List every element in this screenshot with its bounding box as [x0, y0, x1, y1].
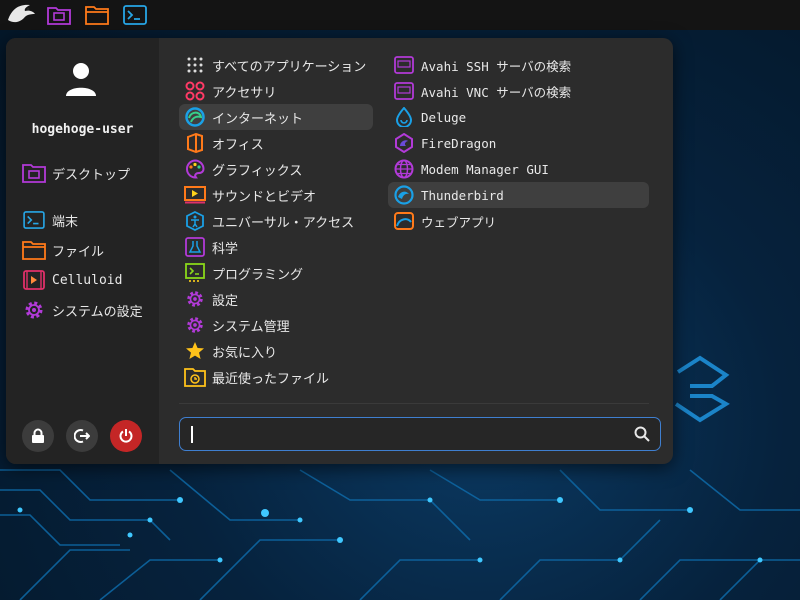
category-label: アクセサリ [212, 85, 277, 101]
accessibility-icon [184, 210, 206, 232]
modem-manager-icon [393, 158, 415, 180]
category-settings[interactable]: 設定 [179, 286, 373, 312]
settings-icon [184, 288, 206, 310]
app-label: Avahi VNC [421, 84, 497, 100]
category-label: すべてのアプリケーション [212, 59, 367, 75]
app-label: Modem Manager GUI [421, 161, 549, 177]
app-avahi-ssh[interactable]: Avahi SSH サーバの検索 [388, 52, 649, 78]
category-list: すべてのアプリケーション アクセサリ インターネット オフィス グラフィックス … [179, 52, 373, 390]
power-icon [119, 429, 133, 443]
app-avahi-vnc[interactable]: Avahi VNC サーバの検索 [388, 78, 649, 104]
search-icon[interactable] [634, 426, 650, 442]
user-avatar-icon [66, 63, 96, 96]
category-label: お気に入り [212, 345, 278, 361]
folder-icon[interactable] [82, 1, 112, 29]
terminal-icon[interactable] [120, 1, 150, 29]
category-label: グラフィックス [212, 163, 303, 179]
category-all-applications[interactable]: すべてのアプリケーション [179, 52, 373, 78]
system-icon [184, 314, 206, 336]
app-label: FireDragon [421, 135, 497, 151]
menu-divider [179, 403, 649, 404]
eagle-logo-icon[interactable] [6, 1, 36, 29]
category-label: 最近使ったファイル [212, 371, 330, 387]
side-item-label: システムの設定 [52, 304, 143, 320]
category-office[interactable]: オフィス [179, 130, 373, 156]
category-favorites[interactable]: お気に入り [179, 338, 373, 364]
category-label: 設定 [212, 293, 239, 309]
logout-icon [74, 429, 90, 443]
grid-icon [184, 54, 206, 76]
thunderbird-icon [393, 184, 415, 206]
app-deluge[interactable]: Deluge [388, 104, 649, 130]
category-label: プログラミング [212, 267, 304, 283]
app-label-jp: サーバの検索 [496, 84, 572, 100]
app-label: Avahi SSH [421, 58, 497, 74]
side-item-label: Celluloid [52, 272, 123, 288]
app-webapp[interactable]: ウェブアプリ [388, 208, 649, 234]
side-item-desktop[interactable]: デスクトップ [22, 160, 130, 186]
app-label-jp: ウェブアプリ [421, 214, 497, 230]
recent-icon [184, 366, 206, 388]
app-firedragon[interactable]: FireDragon [388, 130, 649, 156]
category-accessories[interactable]: アクセサリ [179, 78, 373, 104]
power-button[interactable] [110, 420, 142, 452]
gear-icon [22, 298, 46, 322]
application-menu: hogehoge-user デスクトップ 端末 ファイル Celluloid シ… [6, 38, 673, 464]
category-sound-video[interactable]: サウンドとビデオ [179, 182, 373, 208]
desktop-folder-icon [22, 161, 46, 185]
side-item-system-settings[interactable]: システムの設定 [22, 297, 143, 323]
lock-button[interactable] [22, 420, 54, 452]
category-label: 科学 [212, 241, 239, 257]
category-internet[interactable]: インターネット [179, 104, 373, 130]
folder-monitor-icon[interactable] [44, 1, 74, 29]
terminal-icon [22, 208, 46, 232]
side-item-celluloid[interactable]: Celluloid [22, 267, 122, 293]
category-universal-access[interactable]: ユニバーサル・アクセス [179, 208, 373, 234]
category-label: オフィス [212, 137, 264, 153]
multimedia-icon [184, 184, 206, 206]
webapp-icon [393, 210, 415, 232]
app-label-jp: サーバの検索 [496, 58, 572, 74]
folder-icon [22, 238, 46, 262]
deluge-icon [393, 106, 415, 128]
side-item-label: ファイル [52, 244, 105, 260]
side-item-files[interactable]: ファイル [22, 237, 104, 263]
category-label: サウンドとビデオ [212, 189, 317, 205]
star-icon [184, 340, 206, 362]
lock-icon [32, 428, 44, 443]
category-recent-files[interactable]: 最近使ったファイル [179, 364, 373, 390]
username-label: hogehoge-user [31, 122, 134, 137]
video-icon [22, 268, 46, 292]
category-graphics[interactable]: グラフィックス [179, 156, 373, 182]
app-thunderbird[interactable]: Thunderbird [388, 182, 649, 208]
category-label: インターネット [212, 111, 304, 127]
application-list: Avahi SSH サーバの検索 Avahi VNC サーバの検索 Deluge [388, 52, 649, 234]
category-system-admin[interactable]: システム管理 [179, 312, 373, 338]
side-item-terminal[interactable]: 端末 [22, 207, 78, 233]
top-panel [0, 0, 800, 30]
menu-sidebar: hogehoge-user デスクトップ 端末 ファイル Celluloid シ… [6, 38, 159, 464]
programming-icon [184, 262, 206, 284]
search-input[interactable] [188, 423, 622, 447]
category-label: システム管理 [212, 319, 290, 335]
app-label: Deluge [421, 109, 467, 125]
category-science[interactable]: 科学 [179, 234, 373, 260]
avahi-ssh-icon [393, 54, 415, 76]
app-label: Thunderbird [421, 187, 504, 203]
search-box[interactable] [179, 417, 661, 451]
internet-icon [184, 106, 206, 128]
office-icon [184, 132, 206, 154]
avahi-vnc-icon [393, 80, 415, 102]
category-programming[interactable]: プログラミング [179, 260, 373, 286]
logout-button[interactable] [66, 420, 98, 452]
firedragon-icon [393, 132, 415, 154]
text-cursor [191, 426, 193, 443]
accessories-icon [184, 80, 206, 102]
category-label: ユニバーサル・アクセス [212, 215, 355, 231]
app-modem-manager[interactable]: Modem Manager GUI [388, 156, 649, 182]
side-item-label: デスクトップ [52, 167, 131, 183]
side-item-label: 端末 [52, 214, 79, 230]
graphics-icon [184, 158, 206, 180]
science-icon [184, 236, 206, 258]
